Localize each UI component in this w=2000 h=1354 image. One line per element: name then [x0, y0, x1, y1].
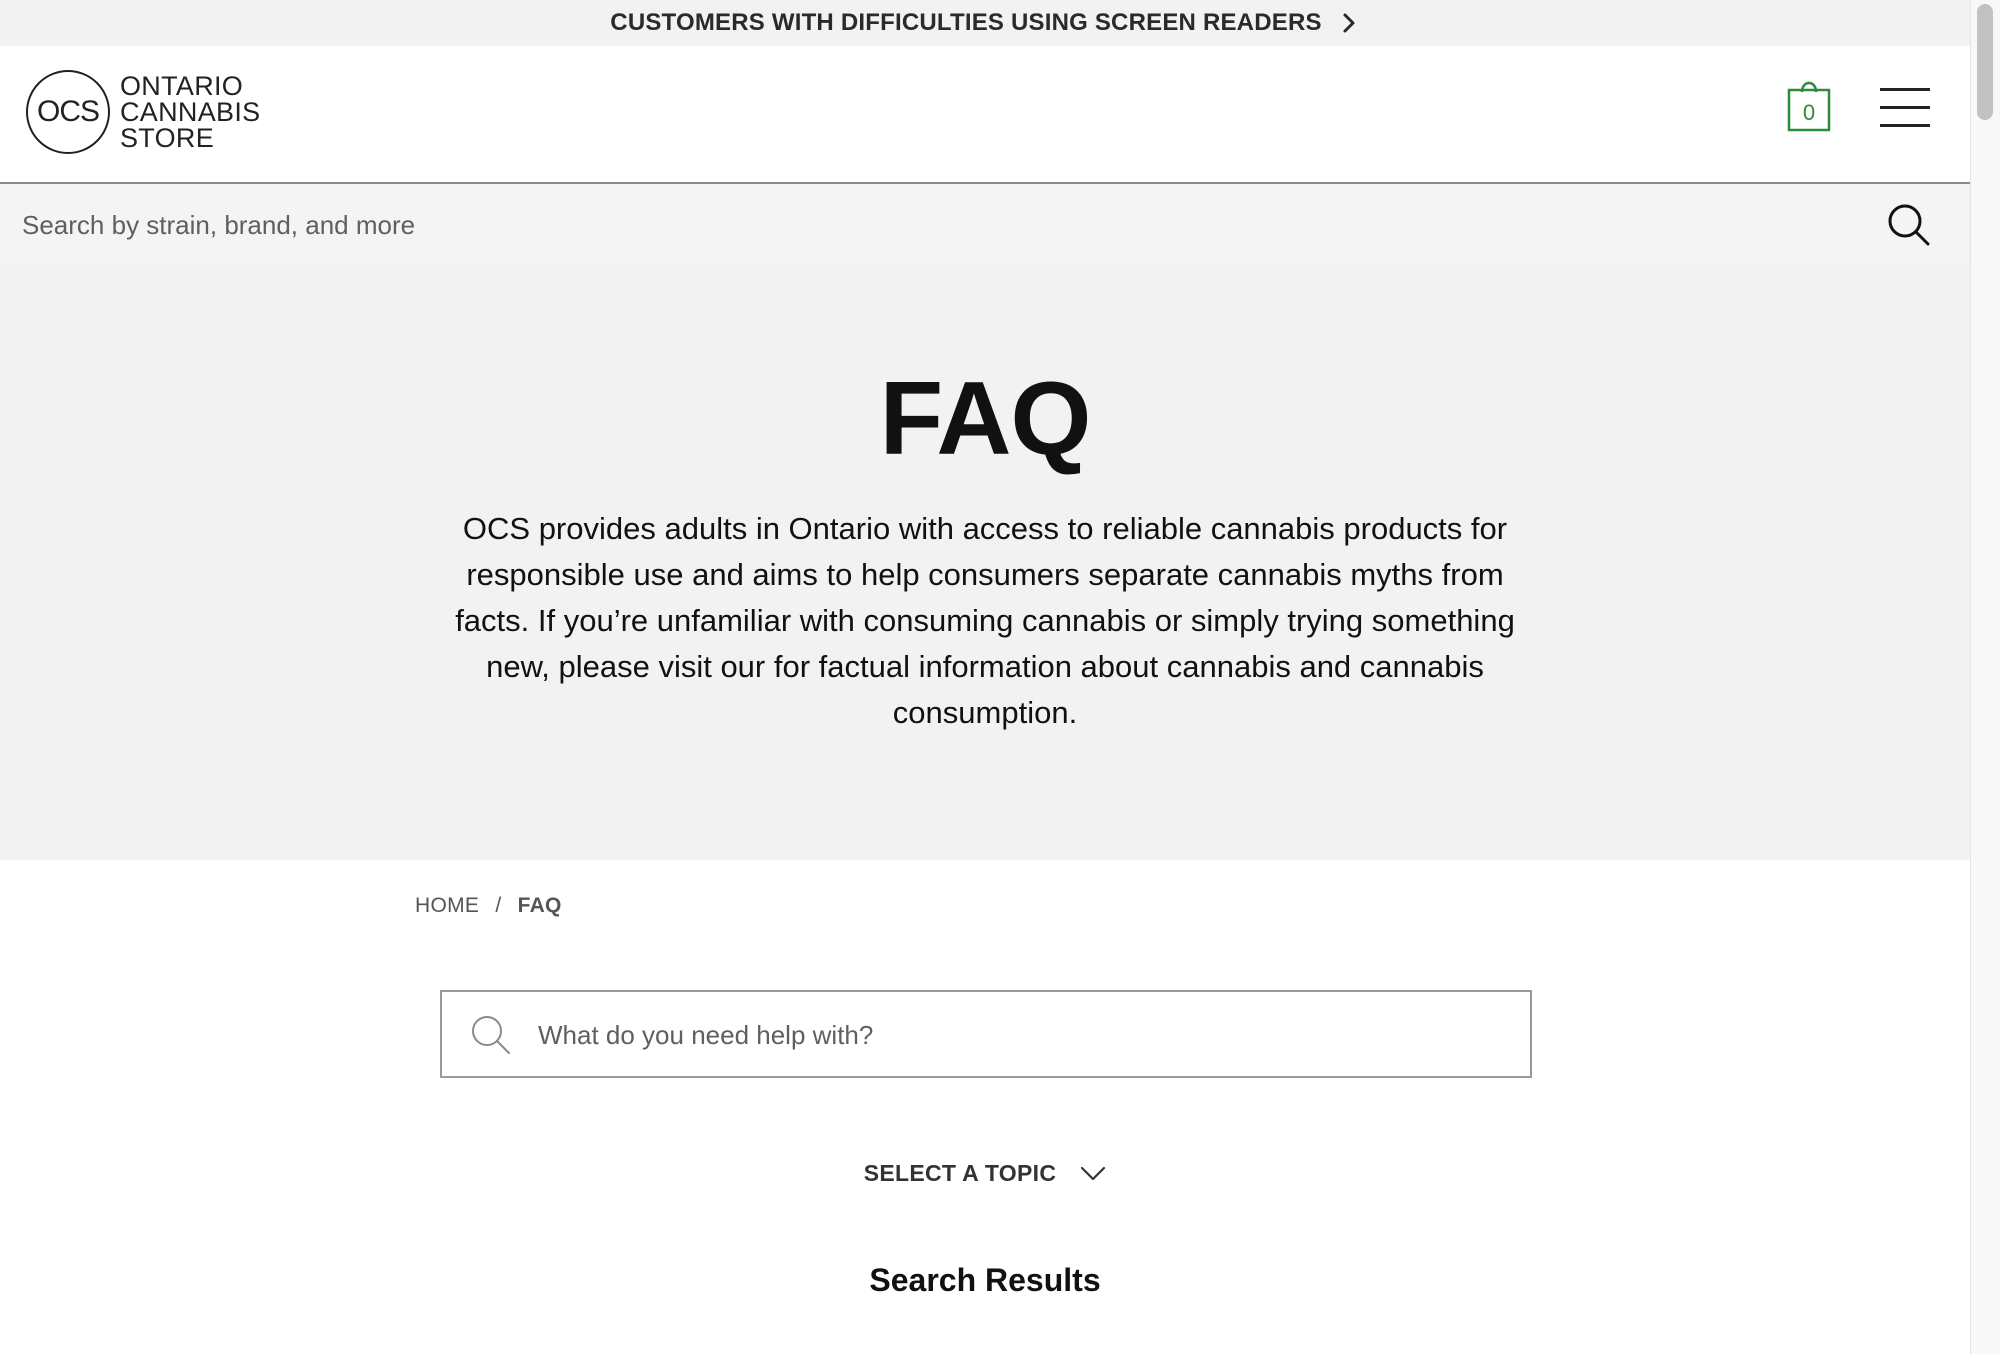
- page: CUSTOMERS WITH DIFFICULTIES USING SCREEN…: [0, 0, 1970, 1354]
- ocs-logo[interactable]: OCS ONTARIO CANNABIS STORE: [26, 70, 260, 154]
- logo-line-store: STORE: [120, 123, 215, 153]
- chevron-down-icon: [1081, 1166, 1106, 1180]
- screen-reader-banner[interactable]: CUSTOMERS WITH DIFFICULTIES USING SCREEN…: [0, 0, 1970, 46]
- scrollbar-thumb[interactable]: [1977, 4, 1993, 120]
- breadcrumb-separator: /: [495, 894, 502, 917]
- cart-button[interactable]: 0: [1786, 76, 1832, 132]
- breadcrumb-current: FAQ: [517, 894, 562, 917]
- site-search-bar: [0, 184, 1970, 264]
- hamburger-menu-icon: [1880, 106, 1930, 109]
- page-description: OCS provides adults in Ontario with acce…: [455, 511, 1515, 730]
- faq-search-box: [440, 990, 1532, 1078]
- topic-select: SELECT A TOPIC: [0, 1160, 1970, 1187]
- hamburger-menu-icon: [1880, 88, 1930, 91]
- site-header: OCS ONTARIO CANNABIS STORE 0: [0, 46, 1970, 184]
- faq-search-input[interactable]: [536, 1008, 1500, 1062]
- logo-mark: OCS: [26, 70, 110, 154]
- cart-count: 0: [1802, 100, 1816, 125]
- topic-select-dropdown[interactable]: SELECT A TOPIC: [864, 1160, 1106, 1187]
- breadcrumb-home-link[interactable]: HOME: [415, 894, 479, 917]
- page-title: FAQ: [879, 361, 1092, 477]
- hamburger-menu-icon: [1880, 124, 1930, 127]
- hamburger-menu-button[interactable]: [1880, 88, 1930, 128]
- logo-line-ontario: ONTARIO: [120, 71, 244, 101]
- topic-select-label: SELECT A TOPIC: [863, 1160, 1057, 1186]
- search-results-title: Search Results: [869, 1262, 1101, 1298]
- screen-reader-banner-text: CUSTOMERS WITH DIFFICULTIES USING SCREEN…: [610, 9, 1322, 36]
- chevron-right-icon: [1343, 13, 1355, 33]
- faq-hero: FAQ OCS provides adults in Ontario with …: [0, 264, 1970, 860]
- site-search-input[interactable]: [20, 198, 1844, 252]
- logo-line-cannabis: CANNABIS: [120, 97, 261, 127]
- logo-wordmark: ONTARIO CANNABIS STORE: [120, 71, 261, 153]
- search-icon: [472, 1016, 510, 1054]
- breadcrumb: HOME / FAQ: [415, 894, 562, 918]
- page-scrollbar[interactable]: [1970, 0, 2000, 1354]
- search-icon[interactable]: [1886, 202, 1932, 248]
